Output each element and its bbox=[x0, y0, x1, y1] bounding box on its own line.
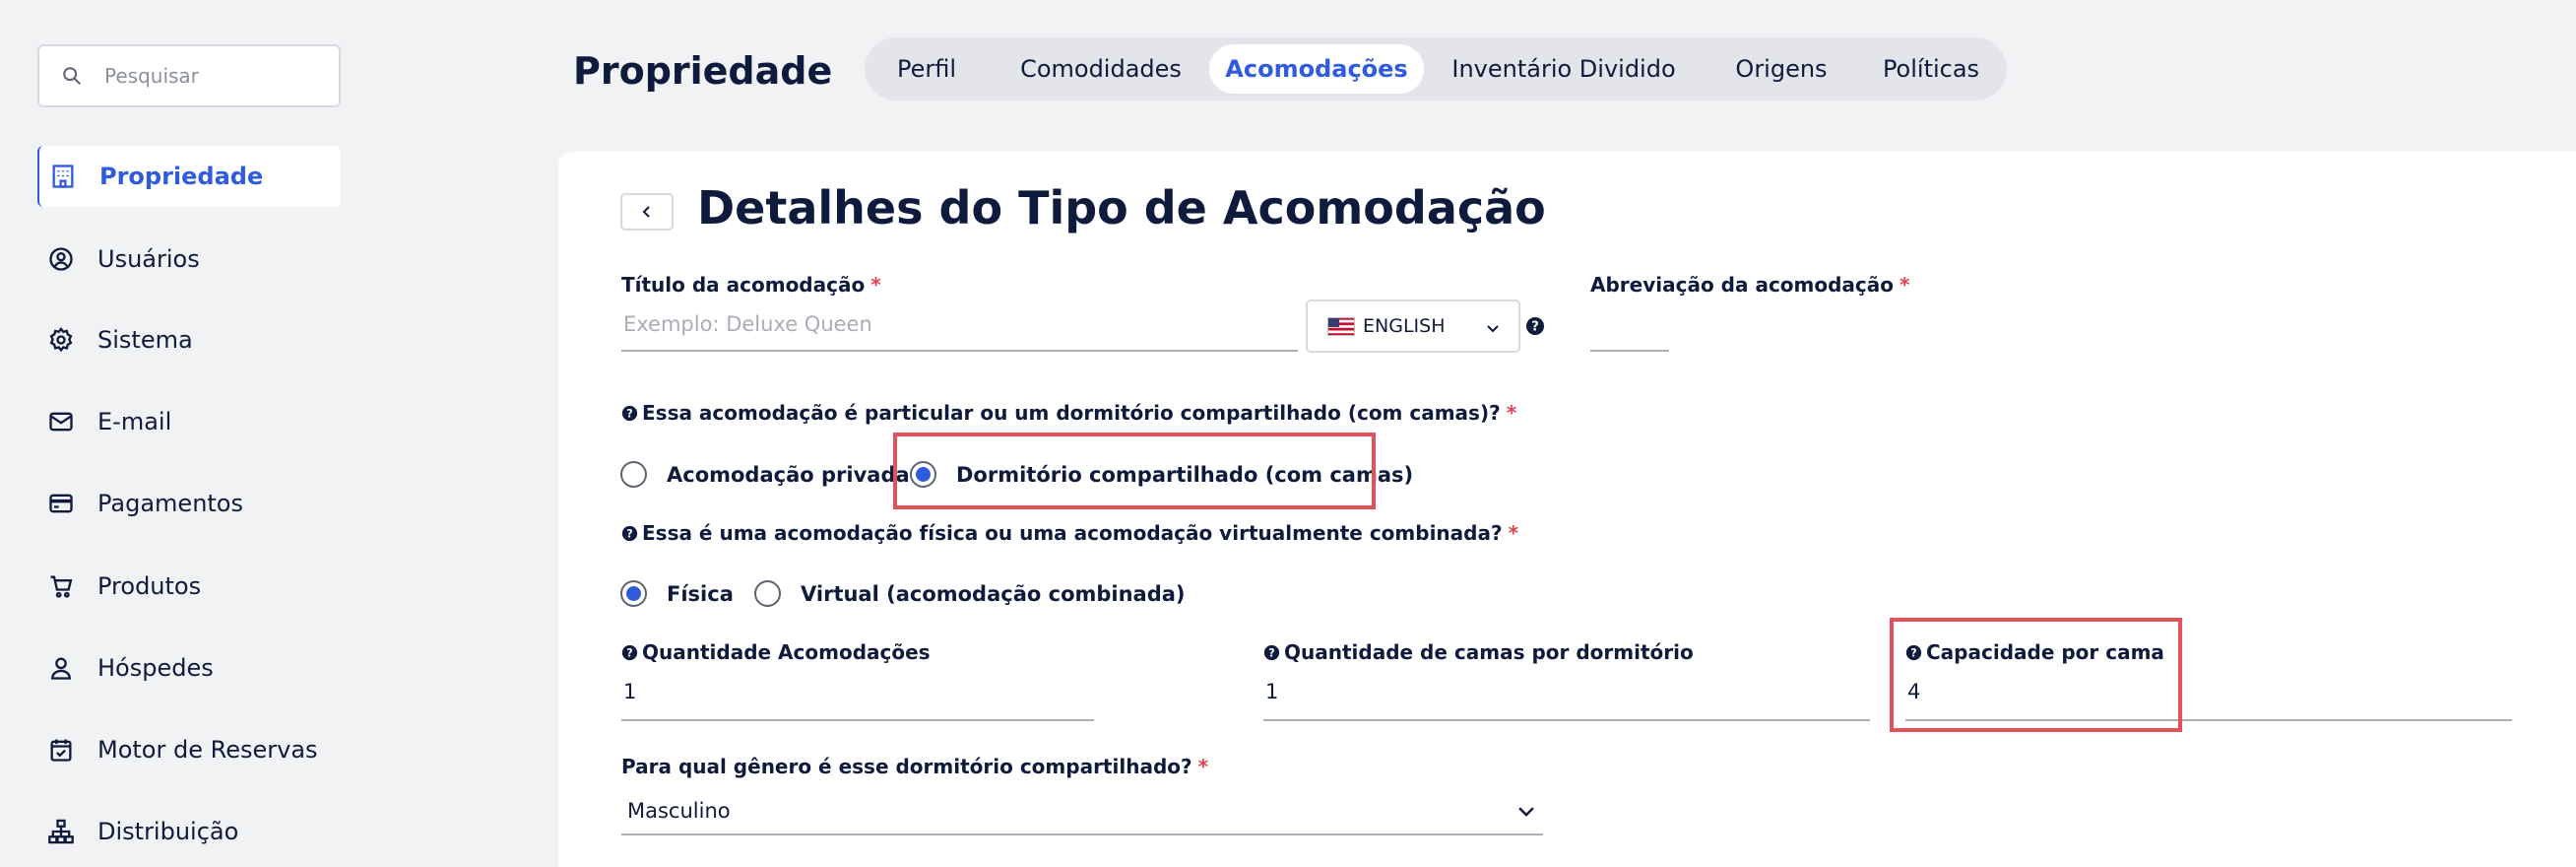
beds-per-dorm-label: ? Quantidade de camas por dormitório bbox=[1263, 640, 1694, 664]
help-icon: ? bbox=[621, 405, 638, 422]
abbreviation-label: Abreviação da acomodação * bbox=[1590, 273, 1910, 297]
sidebar-item-sistema[interactable]: Sistema bbox=[37, 309, 341, 370]
sidebar-item-hospedes[interactable]: Hóspedes bbox=[37, 637, 341, 699]
tab-perfil[interactable]: Perfil bbox=[878, 44, 975, 94]
help-icon: ? bbox=[621, 525, 638, 542]
radio-button-selected[interactable] bbox=[620, 580, 647, 607]
sidebar-item-propriedade[interactable]: Propriedade bbox=[37, 146, 341, 207]
gender-select[interactable]: Masculino bbox=[621, 788, 1543, 835]
sidebar-item-label: Pagamentos bbox=[97, 490, 243, 517]
radio-label: Física bbox=[667, 581, 734, 606]
tab-origens[interactable]: Origens bbox=[1721, 44, 1841, 94]
radio-button[interactable] bbox=[620, 461, 647, 488]
mail-icon bbox=[49, 412, 73, 432]
sidebar-item-distribuicao[interactable]: Distribuição bbox=[37, 801, 341, 862]
help-icon: ? bbox=[1263, 644, 1280, 661]
sidebar-item-label: Propriedade bbox=[99, 163, 264, 190]
required-mark: * bbox=[1506, 401, 1517, 425]
sidebar-item-label: Usuários bbox=[97, 245, 200, 273]
building-icon bbox=[52, 165, 74, 188]
help-icon[interactable]: ? bbox=[1525, 316, 1545, 336]
calendar-check-icon bbox=[50, 739, 72, 762]
physical-virtual-question: ? Essa é uma acomodação física ou uma aco… bbox=[621, 521, 1518, 545]
sidebar-item-label: Distribuição bbox=[97, 818, 239, 845]
radio-physical[interactable]: Física bbox=[620, 580, 734, 607]
sidebar-item-produtos[interactable]: Produtos bbox=[37, 556, 341, 617]
help-icon: ? bbox=[621, 644, 638, 661]
tab-bar: Perfil Comodidades Acomodações Inventári… bbox=[865, 37, 2007, 100]
sidebar-item-label: Produtos bbox=[97, 572, 202, 600]
svg-text:?: ? bbox=[626, 646, 632, 659]
radio-virtual[interactable]: Virtual (acomodação combinada) bbox=[754, 580, 1186, 607]
us-flag-icon bbox=[1327, 316, 1355, 336]
sidebar-item-label: Sistema bbox=[97, 326, 193, 354]
cart-icon bbox=[50, 575, 73, 598]
user-icon bbox=[51, 657, 71, 680]
required-mark: * bbox=[1197, 755, 1209, 778]
rooms-qty-label: ? Quantidade Acomodações bbox=[621, 640, 931, 664]
required-mark: * bbox=[1508, 521, 1519, 545]
sidebar-item-label: Motor de Reservas bbox=[97, 736, 318, 764]
room-title-label: Título da acomodação * bbox=[621, 273, 881, 297]
credit-card-icon bbox=[49, 494, 73, 513]
language-value: ENGLISH bbox=[1363, 315, 1446, 337]
chevron-left-icon bbox=[642, 206, 650, 218]
svg-text:?: ? bbox=[626, 527, 632, 540]
room-kind-question: ? Essa acomodação é particular ou um dorm… bbox=[621, 401, 1516, 425]
svg-text:?: ? bbox=[626, 407, 632, 420]
back-button[interactable] bbox=[620, 193, 674, 231]
gender-question: Para qual gênero é esse dormitório compa… bbox=[621, 755, 1209, 778]
search-input[interactable]: Pesquisar bbox=[104, 64, 199, 88]
sidebar-item-label: E-mail bbox=[97, 408, 172, 435]
user-circle-icon bbox=[49, 247, 73, 271]
radio-button[interactable] bbox=[754, 580, 781, 607]
highlight-box bbox=[893, 433, 1376, 509]
page-title: Propriedade bbox=[573, 49, 833, 93]
language-select[interactable]: ENGLISH bbox=[1306, 300, 1520, 353]
room-title-input[interactable]: Exemplo: Deluxe Queen bbox=[621, 312, 1298, 352]
abbreviation-input[interactable] bbox=[1590, 312, 1669, 352]
required-mark: * bbox=[870, 273, 881, 297]
radio-label: Virtual (acomodação combinada) bbox=[801, 581, 1186, 606]
sidebar-item-label: Hóspedes bbox=[97, 654, 214, 682]
svg-text:?: ? bbox=[1531, 320, 1539, 335]
sidebar-item-pagamentos[interactable]: Pagamentos bbox=[37, 473, 341, 534]
tab-acomodacoes[interactable]: Acomodações bbox=[1209, 44, 1424, 94]
beds-per-dorm-input[interactable]: 1 bbox=[1263, 680, 1870, 721]
required-mark: * bbox=[1900, 273, 1910, 297]
rooms-qty-input[interactable]: 1 bbox=[621, 680, 1094, 721]
gear-icon bbox=[49, 327, 73, 353]
sidebar-item-email[interactable]: E-mail bbox=[37, 391, 341, 452]
radio-label: Acomodação privada bbox=[667, 462, 910, 487]
tab-comodidades[interactable]: Comodidades bbox=[987, 44, 1215, 94]
chevron-down-icon bbox=[1487, 325, 1499, 333]
highlight-box bbox=[1890, 618, 2182, 732]
chevron-down-icon bbox=[1518, 807, 1534, 817]
gender-value: Masculino bbox=[627, 799, 731, 823]
search-box[interactable]: Pesquisar bbox=[37, 44, 341, 107]
svg-text:?: ? bbox=[1268, 646, 1274, 659]
search-icon bbox=[63, 67, 81, 85]
radio-private-room[interactable]: Acomodação privada bbox=[620, 461, 910, 488]
tab-politicas[interactable]: Políticas bbox=[1867, 44, 1995, 94]
network-icon bbox=[48, 819, 74, 844]
sidebar-item-motor-de-reservas[interactable]: Motor de Reservas bbox=[37, 719, 341, 780]
form-title: Detalhes do Tipo de Acomodação bbox=[697, 181, 1546, 234]
tab-inventario-dividido[interactable]: Inventário Dividido bbox=[1448, 44, 1680, 94]
sidebar-item-usuarios[interactable]: Usuários bbox=[37, 229, 341, 290]
